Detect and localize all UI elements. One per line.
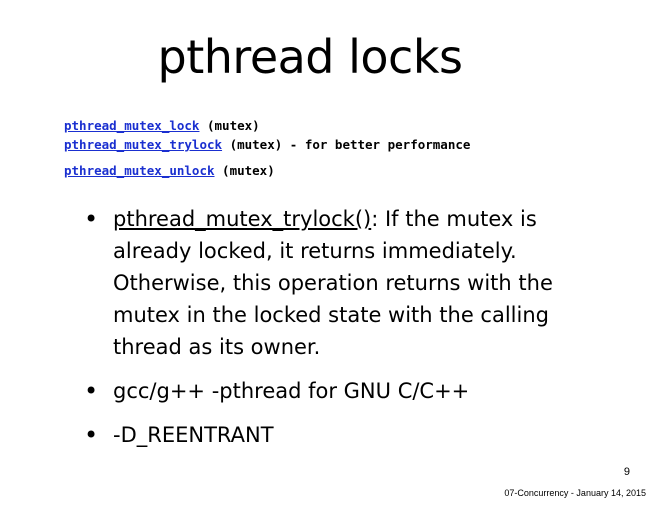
bullet-icon: • xyxy=(84,205,99,233)
bullet-text: gcc/g++ -pthread for GNU C/C++ xyxy=(113,379,470,403)
code-line: pthread_mutex_trylock (mutex) - for bett… xyxy=(64,137,470,152)
code-args: (mutex) - for better performance xyxy=(222,137,471,152)
function-link[interactable]: pthread_mutex_unlock xyxy=(64,163,215,178)
footer-text: 07-Concurrency - January 14, 2015 xyxy=(504,488,646,498)
bullet-item: • pthread_mutex_trylock(): If the mutex … xyxy=(84,203,604,363)
bullet-item: • -D_REENTRANT xyxy=(84,419,604,451)
code-line: pthread_mutex_lock (mutex) xyxy=(64,118,260,133)
code-line: pthread_mutex_unlock (mutex) xyxy=(64,163,275,178)
page-number: 9 xyxy=(623,466,630,478)
function-link[interactable]: pthread_mutex_lock xyxy=(64,118,199,133)
slide-title: pthread locks xyxy=(157,30,463,84)
bullet-item: • gcc/g++ -pthread for GNU C/C++ xyxy=(84,375,604,407)
bullet-icon: • xyxy=(84,377,99,405)
code-args: (mutex) xyxy=(214,163,275,178)
bullet-text: -D_REENTRANT xyxy=(113,423,274,447)
function-link[interactable]: pthread_mutex_trylock xyxy=(64,137,222,152)
code-args: (mutex) xyxy=(199,118,260,133)
bullet-list: • pthread_mutex_trylock(): If the mutex … xyxy=(84,203,604,451)
bullet-icon: • xyxy=(84,421,99,449)
bullet-term: pthread_mutex_trylock() xyxy=(113,207,372,231)
